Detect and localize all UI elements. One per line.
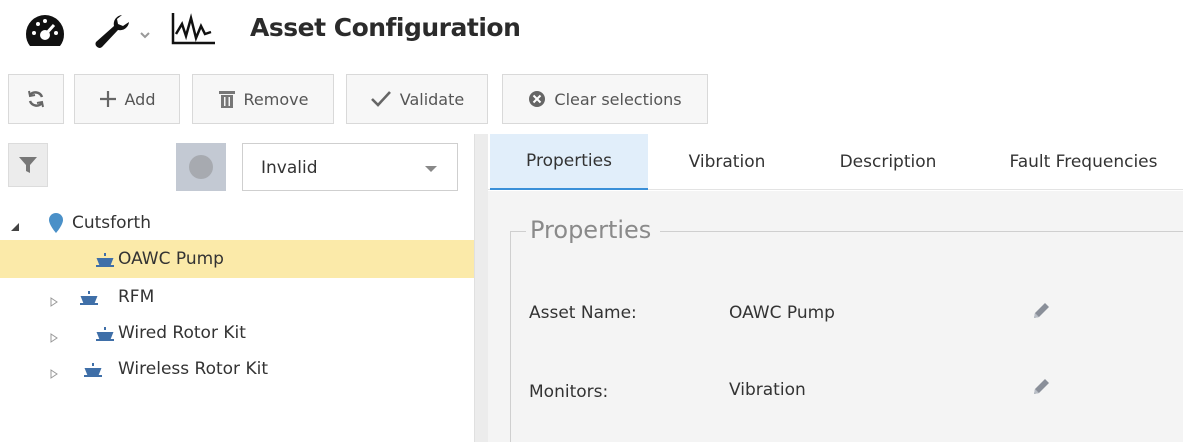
map-pin-icon [48, 212, 64, 239]
fieldset-border [510, 231, 511, 442]
tree-node-label: Wired Rotor Kit [118, 323, 246, 343]
asset-name-value: OAWC Pump [729, 303, 835, 323]
refresh-icon [28, 90, 44, 108]
validate-button-label: Validate [399, 89, 465, 109]
pump-icon [96, 326, 114, 346]
chevron-down-icon [425, 166, 437, 172]
expand-triangle-icon[interactable] [50, 328, 58, 348]
filter-icon [19, 157, 37, 173]
status-filter-dropdown[interactable]: Invalid [242, 143, 458, 191]
collapse-triangle-icon[interactable] [10, 217, 20, 237]
page-title: Asset Configuration [250, 13, 521, 42]
tab-vibration[interactable]: Vibration [656, 134, 798, 190]
edit-pencil-icon[interactable] [1030, 300, 1052, 327]
tree-node-label: Wireless Rotor Kit [118, 359, 268, 379]
trash-icon [218, 91, 235, 108]
plus-icon [99, 91, 116, 107]
wrench-icon[interactable] [92, 12, 132, 55]
tab-label: Description [839, 152, 937, 172]
app-header: Asset Configuration [0, 0, 1183, 64]
tree-node-root[interactable]: Cutsforth [0, 204, 474, 242]
waveform-icon[interactable] [170, 10, 218, 53]
filter-button[interactable] [8, 143, 48, 187]
clear-circle-icon [529, 91, 546, 107]
pump-icon [80, 290, 98, 310]
tree-node-label: Cutsforth [72, 213, 151, 233]
properties-legend: Properties [530, 216, 652, 244]
status-color-indicator[interactable] [176, 143, 226, 191]
detail-tabs: Properties Vibration Description Fault F… [488, 134, 1183, 190]
monitors-label: Monitors: [529, 382, 609, 402]
tab-label: Vibration [688, 152, 766, 172]
remove-button[interactable]: Remove [192, 74, 334, 124]
tree-node-label: RFM [118, 287, 155, 307]
tree-node[interactable]: RFM [0, 278, 474, 316]
expand-triangle-icon[interactable] [50, 364, 58, 384]
pump-icon [84, 362, 102, 382]
validate-button[interactable]: Validate [346, 74, 488, 124]
tree-node-selected[interactable]: OAWC Pump [0, 240, 474, 278]
tree-node[interactable]: Wireless Rotor Kit [0, 350, 474, 388]
add-button-label: Add [124, 89, 156, 109]
tab-description[interactable]: Description [806, 134, 970, 190]
edit-pencil-icon[interactable] [1030, 376, 1052, 403]
remove-button-label: Remove [243, 89, 309, 109]
chevron-down-icon[interactable] [139, 26, 151, 44]
fieldset-border [660, 231, 1183, 232]
expand-triangle-icon[interactable] [50, 292, 58, 312]
clear-selections-button[interactable]: Clear selections [502, 74, 708, 124]
refresh-button[interactable] [8, 74, 64, 124]
status-filter-value: Invalid [261, 158, 318, 178]
tab-fault-frequencies[interactable]: Fault Frequencies [984, 134, 1183, 190]
tab-properties[interactable]: Properties [490, 134, 648, 190]
pump-icon [96, 252, 114, 272]
status-dot [189, 155, 213, 179]
pane-splitter[interactable] [474, 134, 488, 442]
checkmark-icon [370, 91, 391, 107]
fieldset-border [510, 231, 526, 232]
dashboard-icon[interactable] [24, 13, 66, 54]
tree-node-label: OAWC Pump [118, 249, 224, 269]
add-button[interactable]: Add [74, 74, 180, 124]
asset-name-label: Asset Name: [529, 303, 637, 323]
tab-label: Properties [526, 151, 612, 171]
monitors-value: Vibration [729, 380, 806, 400]
clear-selections-label: Clear selections [554, 89, 682, 109]
tab-label: Fault Frequencies [1009, 152, 1158, 172]
tree-node[interactable]: Wired Rotor Kit [0, 314, 474, 352]
